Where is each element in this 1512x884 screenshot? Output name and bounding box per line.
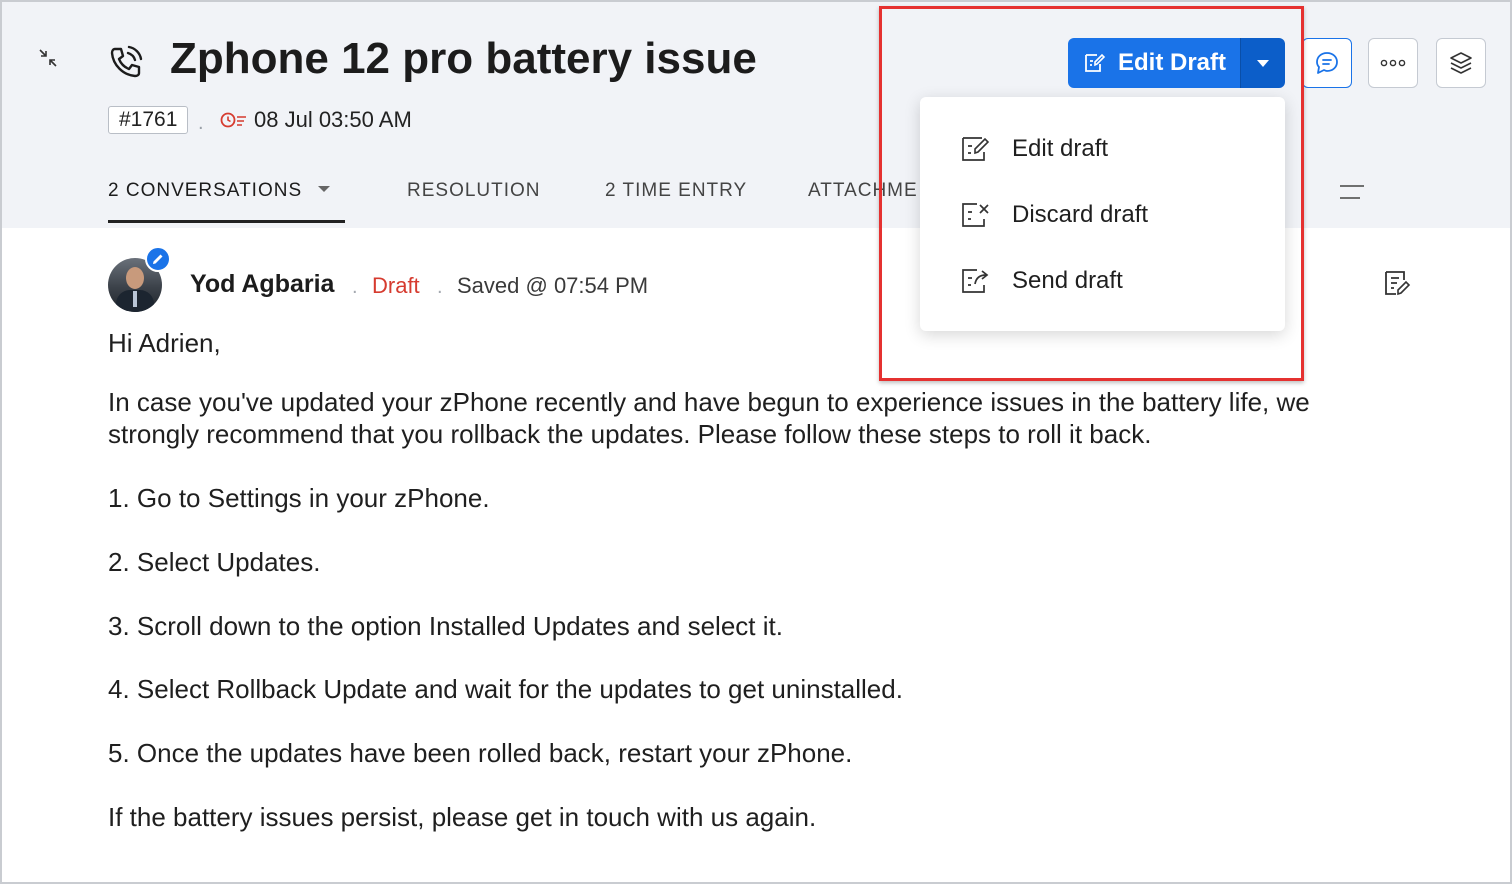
page-title: Zphone 12 pro battery issue — [170, 34, 757, 83]
layers-button[interactable] — [1436, 38, 1486, 88]
message-step: 3. Scroll down to the option Installed U… — [108, 611, 783, 641]
edit-note-icon[interactable] — [1382, 268, 1412, 298]
separator-dot: . — [437, 276, 443, 298]
message-intro-line-2: strongly recommend that you rollback the… — [108, 419, 1152, 449]
due-date: 08 Jul 03:50 AM — [254, 107, 412, 132]
tab-conversations-label: 2 CONVERSATIONS — [108, 180, 303, 201]
message-step: 2. Select Updates. — [108, 547, 321, 577]
tab-resolution[interactable]: RESOLUTION — [407, 180, 541, 202]
more-options-button[interactable] — [1368, 38, 1418, 88]
message-step: 1. Go to Settings in your zPhone. — [108, 483, 490, 513]
message-closing: If the battery issues persist, please ge… — [108, 802, 817, 832]
active-tab-indicator — [108, 220, 345, 223]
message-intro-line-1: In case you've updated your zPhone recen… — [108, 387, 1310, 417]
draft-status-label: Draft — [372, 273, 420, 298]
message-step: 5. Once the updates have been rolled bac… — [108, 738, 853, 768]
due-clock-icon — [220, 112, 246, 128]
saved-timestamp: Saved @ 07:54 PM — [457, 273, 649, 298]
reply-chat-button[interactable] — [1302, 38, 1352, 88]
tab-time-entry[interactable]: 2 TIME ENTRY — [605, 180, 747, 202]
layers-icon — [1450, 52, 1472, 74]
message-greeting: Hi Adrien, — [108, 328, 221, 358]
edit-pencil-icon — [145, 246, 171, 272]
chat-bubble-icon — [1316, 52, 1338, 74]
ticket-id-badge: #1761 — [108, 106, 189, 134]
separator-dot: . — [198, 112, 204, 134]
tab-conversations[interactable]: 2 CONVERSATIONS — [108, 180, 331, 202]
chevron-down-icon[interactable] — [318, 185, 331, 192]
tabs-menu-icon[interactable] — [1338, 182, 1366, 202]
message-step: 4. Select Rollback Update and wait for t… — [108, 674, 903, 704]
highlight-box — [879, 6, 1304, 381]
separator-dot: . — [352, 276, 358, 298]
sender-name: Yod Agbaria — [190, 270, 335, 298]
collapse-icon[interactable] — [36, 46, 60, 70]
more-horizontal-icon — [1380, 59, 1406, 67]
phone-call-icon — [110, 45, 143, 78]
